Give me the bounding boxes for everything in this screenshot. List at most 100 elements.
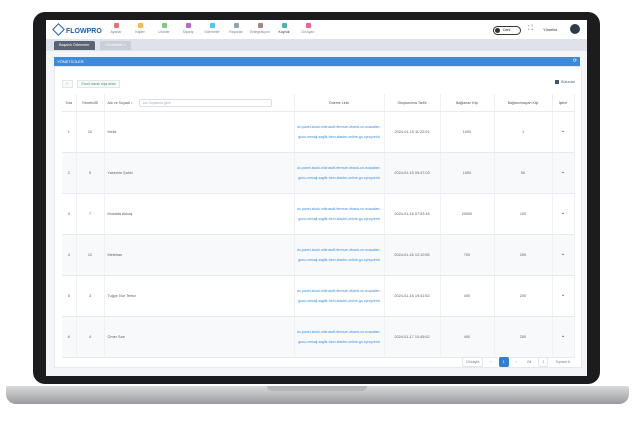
row-id: 7 bbox=[76, 193, 105, 235]
table-row: 1 10 Melis dc-panel-stock-mikrosoft-fermum-… bbox=[62, 111, 575, 153]
app-screen: FLOWPRO Ayarlar Kişiler Ürünler Sipariş Ödem… bbox=[46, 20, 587, 376]
payment-link[interactable]: dc-panel-stock-mikrosoft-fermum-ebank-un… bbox=[294, 111, 385, 153]
row-date: 2024-01-16 07:53:18 bbox=[384, 193, 441, 235]
row-unconnected: 50 bbox=[494, 152, 553, 194]
row-connected: 1000 bbox=[440, 152, 495, 194]
goto-label: Git bbox=[526, 360, 532, 364]
payment-link[interactable]: dc-panel-stock-mikrosoft-fermum-ebank-un… bbox=[294, 316, 385, 358]
managers-panel: + Excel olarak dışa aktar Sütunlar Sıra … bbox=[54, 66, 582, 368]
logo-icon bbox=[52, 23, 65, 36]
app-logo[interactable]: FLOWPRO bbox=[52, 23, 102, 36]
nav-item[interactable]: Ayarlar bbox=[104, 23, 128, 34]
nav-item[interactable]: Dil Ayarı bbox=[296, 23, 320, 34]
pagination: 10/sayfa ‹ 1 › Git 1 Toplam 6 bbox=[461, 357, 573, 367]
columns-label: Sütunlar bbox=[560, 80, 575, 84]
tab-strip: Başarılı Ödemeler Yöneticiler × bbox=[46, 39, 587, 51]
add-button[interactable]: + bbox=[62, 80, 73, 88]
row-id: 12 bbox=[76, 234, 105, 276]
message-icon[interactable]: ▪ bbox=[552, 193, 575, 235]
managers-table: Sıra YöneticiID Adı ve Soyadı ↕ Adı Soyad… bbox=[62, 94, 575, 358]
nav-item-icon bbox=[185, 23, 191, 28]
message-icon[interactable]: ▪ bbox=[552, 111, 575, 153]
page-button-1[interactable]: 1 bbox=[498, 357, 509, 367]
row-name: Metehan bbox=[104, 234, 295, 276]
nav-item-label: Raporlar bbox=[229, 30, 243, 34]
prev-page-button[interactable]: ‹ bbox=[487, 358, 494, 366]
row-date: 2024-01-17 10:45:52 bbox=[384, 316, 441, 358]
payment-link[interactable]: dc-panel-stock-mikrosoft-fermum-ebank-un… bbox=[294, 275, 385, 317]
payment-link[interactable]: dc-panel-stock-mikrosoft-fermum-ebank-un… bbox=[294, 193, 385, 235]
nav-item-label: Ayarlar bbox=[110, 30, 122, 34]
message-icon[interactable]: ▪ bbox=[552, 234, 575, 276]
logo-text: FLOWPRO bbox=[66, 28, 102, 35]
payment-link[interactable]: dc-panel-stock-mikrosoft-fermum-ebank-un… bbox=[294, 234, 385, 276]
row-connected: 20000 bbox=[440, 193, 495, 235]
row-id: 3 bbox=[76, 275, 105, 317]
nav-item[interactable]: Kişiler bbox=[128, 23, 152, 34]
nav-item[interactable]: Ödemeler bbox=[200, 23, 224, 34]
row-id: 10 bbox=[76, 111, 105, 153]
tab-managers[interactable]: Yöneticiler × bbox=[100, 41, 131, 50]
export-excel-button[interactable]: Excel olarak dışa aktar bbox=[77, 80, 120, 88]
message-icon[interactable]: ▪ bbox=[552, 152, 575, 194]
columns-button[interactable]: Sütunlar bbox=[554, 80, 575, 84]
toggle-knob bbox=[495, 28, 500, 33]
row-unconnected: 1 bbox=[494, 111, 553, 153]
payment-link[interactable]: dc-panel-stock-mikrosoft-fermum-ebank-un… bbox=[294, 152, 385, 194]
fullscreen-icon[interactable]: ⛶ bbox=[528, 25, 533, 33]
col-header-id[interactable]: YöneticiID bbox=[76, 94, 105, 112]
row-index: 5 bbox=[62, 275, 77, 317]
nav-item-label: Sipariş bbox=[182, 30, 194, 34]
nav-menu: Ayarlar Kişiler Ürünler Sipariş Ödemeler Rapo… bbox=[104, 23, 320, 34]
col-header-name[interactable]: Adı ve Soyadı ↕ Adı Soyadına göre bbox=[104, 94, 295, 112]
nav-item-icon bbox=[305, 23, 311, 28]
nav-item[interactable]: Sipariş bbox=[176, 23, 200, 34]
section-header: YÖNETİCİLER ⟳ bbox=[54, 57, 580, 66]
row-index: 1 bbox=[62, 111, 77, 153]
row-unconnected: 200 bbox=[494, 316, 553, 358]
user-name: Yönetici bbox=[543, 27, 558, 32]
table-row: 6 4 Ömer Sarı dc-panel-stock-mikrosoft-ferm… bbox=[62, 316, 575, 358]
toggle-label: Dark bbox=[503, 28, 511, 32]
col-header-unconnected: Bağlanılmayan Kişi bbox=[494, 94, 553, 112]
row-name: Ömer Sarı bbox=[104, 316, 295, 358]
row-index: 2 bbox=[62, 152, 77, 194]
nav-item[interactable]: Entegrasyon bbox=[248, 23, 272, 34]
message-icon[interactable]: ▪ bbox=[552, 275, 575, 317]
columns-icon bbox=[554, 80, 559, 84]
row-date: 2024-01-15 09:47:03 bbox=[384, 152, 441, 194]
col-header-link: Ödeme Linki bbox=[294, 94, 385, 112]
nav-item[interactable]: Kuyruk bbox=[272, 23, 296, 34]
tab-payments[interactable]: Başarılı Ödemeler bbox=[54, 41, 95, 50]
row-unconnected: 100 bbox=[494, 193, 553, 235]
theme-toggle[interactable]: Dark bbox=[493, 26, 521, 35]
nav-item-icon bbox=[137, 23, 143, 28]
laptop-notch bbox=[267, 386, 367, 391]
row-name: Tuğçe Nur Temiz bbox=[104, 275, 295, 317]
table-row: 5 3 Tuğçe Nur Temiz dc-panel-stock-mikrosof… bbox=[62, 275, 575, 317]
section-title: YÖNETİCİLER bbox=[57, 59, 84, 64]
col-header-action: İşlem bbox=[552, 94, 575, 112]
row-name: Mustafa Akbaş bbox=[104, 193, 295, 235]
name-filter-input[interactable]: Adı Soyadına göre bbox=[138, 98, 272, 107]
page-size-select[interactable]: 10/sayfa bbox=[461, 357, 484, 367]
refresh-icon[interactable]: ⟳ bbox=[573, 58, 577, 64]
goto-page-input[interactable]: 1 bbox=[538, 357, 549, 367]
col-header-index: Sıra bbox=[62, 94, 77, 112]
row-name: Melis bbox=[104, 111, 295, 153]
row-id: 5 bbox=[76, 152, 105, 194]
table-row: 2 5 Yasemin Şahin dc-panel-stock-mikrosoft-… bbox=[62, 152, 575, 194]
next-page-button[interactable]: › bbox=[513, 358, 520, 366]
nav-item-icon bbox=[113, 23, 119, 28]
row-connected: 1000 bbox=[440, 111, 495, 153]
nav-item[interactable]: Ürünler bbox=[152, 23, 176, 34]
nav-item-icon bbox=[161, 23, 167, 28]
nav-item-label: Entegrasyon bbox=[250, 30, 270, 34]
row-index: 6 bbox=[62, 316, 77, 358]
total-count: Toplam 6 bbox=[555, 360, 570, 364]
nav-item[interactable]: Raporlar bbox=[224, 23, 248, 34]
top-navbar: FLOWPRO Ayarlar Kişiler Ürünler Sipariş Ödem… bbox=[46, 20, 587, 40]
avatar[interactable] bbox=[570, 24, 580, 34]
message-icon[interactable]: ▪ bbox=[552, 316, 575, 358]
row-date: 2024-01-16 12:10:55 bbox=[384, 234, 441, 276]
